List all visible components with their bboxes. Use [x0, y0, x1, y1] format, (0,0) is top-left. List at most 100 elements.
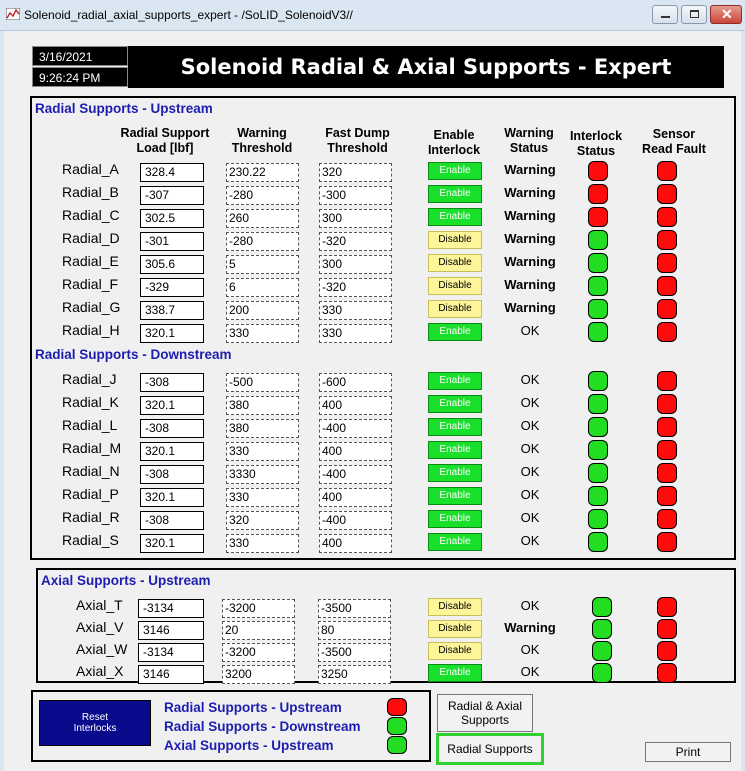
fast-dump-threshold-input[interactable]: -320 [319, 278, 392, 297]
radial-axial-supports-button[interactable]: Radial & Axial Supports [437, 694, 533, 732]
window-titlebar[interactable]: Solenoid_radial_axial_supports_expert - … [0, 0, 745, 31]
warning-threshold-input[interactable]: -500 [226, 373, 299, 392]
fast-dump-threshold-input[interactable]: 3250 [318, 665, 391, 684]
warning-threshold-input[interactable]: 3330 [226, 465, 299, 484]
load-value: -329 [140, 278, 204, 297]
interlock-status-indicator [588, 417, 608, 437]
close-button[interactable]: ✕ [710, 5, 742, 24]
enable-interlock-button[interactable]: Disable [428, 620, 482, 638]
fast-dump-threshold-input[interactable]: -400 [319, 419, 392, 438]
enable-interlock-button[interactable]: Enable [428, 487, 482, 505]
col-header-interlock-status: Interlock Status [569, 129, 623, 158]
fast-dump-threshold-input[interactable]: -600 [319, 373, 392, 392]
fast-dump-threshold-input[interactable]: 330 [319, 301, 392, 320]
warning-threshold-input[interactable]: 330 [226, 534, 299, 553]
warning-threshold-input[interactable]: -280 [226, 186, 299, 205]
warning-status: OK [520, 642, 540, 657]
warning-threshold-input[interactable]: 380 [226, 419, 299, 438]
enable-interlock-button[interactable]: Disable [428, 300, 482, 318]
load-value: -308 [140, 419, 204, 438]
maximize-button[interactable] [681, 5, 707, 24]
fast-dump-threshold-input[interactable]: 80 [318, 621, 391, 640]
enable-interlock-button[interactable]: Enable [428, 208, 482, 226]
page-title: Solenoid Radial & Axial Supports - Exper… [128, 46, 724, 88]
enable-interlock-button[interactable]: Enable [428, 664, 482, 682]
fast-dump-threshold-input[interactable]: -400 [319, 511, 392, 530]
fast-dump-threshold-input[interactable]: 400 [319, 534, 392, 553]
warning-status: OK [520, 598, 540, 613]
warning-threshold-input[interactable]: 230.22 [226, 163, 299, 182]
warning-threshold-input[interactable]: 260 [226, 209, 299, 228]
warning-threshold-input[interactable]: 320 [226, 511, 299, 530]
legend-indicator [387, 736, 407, 754]
col-header-enable-interlock: Enable Interlock [427, 128, 481, 157]
load-value: -308 [140, 511, 204, 530]
fast-dump-threshold-input[interactable]: -400 [319, 465, 392, 484]
fast-dump-threshold-input[interactable]: -300 [319, 186, 392, 205]
warning-threshold-input[interactable]: 330 [226, 488, 299, 507]
warning-status: OK [520, 487, 540, 502]
enable-interlock-button[interactable]: Enable [428, 323, 482, 341]
enable-interlock-button[interactable]: Disable [428, 642, 482, 660]
warning-status: Warning [504, 208, 556, 223]
print-button[interactable]: Print [645, 742, 731, 762]
fast-dump-threshold-input[interactable]: 400 [319, 442, 392, 461]
fast-dump-threshold-input[interactable]: 400 [319, 488, 392, 507]
fast-dump-threshold-input[interactable]: 320 [319, 163, 392, 182]
sensor-fault-indicator [657, 322, 677, 342]
enable-interlock-button[interactable]: Enable [428, 533, 482, 551]
section-title-radial-upstream: Radial Supports - Upstream [35, 101, 213, 116]
fast-dump-threshold-input[interactable]: -320 [319, 232, 392, 251]
enable-interlock-button[interactable]: Enable [428, 418, 482, 436]
warning-threshold-input[interactable]: 5 [226, 255, 299, 274]
enable-interlock-button[interactable]: Disable [428, 254, 482, 272]
enable-interlock-button[interactable]: Enable [428, 162, 482, 180]
window-title: Solenoid_radial_axial_supports_expert - … [24, 8, 353, 22]
legend-label: Radial Supports - Downstream [164, 719, 361, 734]
row-label: Radial_B [62, 184, 119, 200]
warning-threshold-input[interactable]: -3200 [222, 599, 295, 618]
warning-threshold-input[interactable]: 330 [226, 442, 299, 461]
enable-interlock-button[interactable]: Enable [428, 441, 482, 459]
load-value: -3134 [138, 643, 204, 662]
warning-threshold-input[interactable]: 330 [226, 324, 299, 343]
row-label: Axial_T [76, 597, 123, 613]
warning-threshold-input[interactable]: 3200 [222, 665, 295, 684]
load-value: -3134 [138, 599, 204, 618]
enable-interlock-button[interactable]: Enable [428, 372, 482, 390]
enable-interlock-button[interactable]: Disable [428, 598, 482, 616]
warning-status: OK [520, 418, 540, 433]
fast-dump-threshold-input[interactable]: 300 [319, 255, 392, 274]
reset-interlocks-button[interactable]: Reset Interlocks [39, 700, 151, 746]
warning-threshold-input[interactable]: -3200 [222, 643, 295, 662]
radial-supports-button[interactable]: Radial Supports [436, 733, 544, 765]
row-label: Radial_M [62, 440, 122, 456]
load-value: 320.1 [140, 324, 204, 343]
enable-interlock-button[interactable]: Enable [428, 395, 482, 413]
fast-dump-threshold-input[interactable]: -3500 [318, 599, 391, 618]
warning-status: Warning [504, 162, 556, 177]
sensor-fault-indicator [657, 440, 677, 460]
interlock-status-indicator [588, 371, 608, 391]
enable-interlock-button[interactable]: Enable [428, 185, 482, 203]
minimize-button[interactable] [652, 5, 678, 24]
enable-interlock-button[interactable]: Enable [428, 510, 482, 528]
enable-interlock-button[interactable]: Disable [428, 277, 482, 295]
enable-interlock-button[interactable]: Disable [428, 231, 482, 249]
interlock-status-indicator [588, 394, 608, 414]
warning-threshold-input[interactable]: -280 [226, 232, 299, 251]
row-label: Radial_J [62, 371, 117, 387]
warning-threshold-input[interactable]: 20 [222, 621, 295, 640]
fast-dump-threshold-input[interactable]: 330 [319, 324, 392, 343]
sensor-fault-indicator [657, 207, 677, 227]
fast-dump-threshold-input[interactable]: 300 [319, 209, 392, 228]
warning-threshold-input[interactable]: 380 [226, 396, 299, 415]
load-value: 320.1 [140, 396, 204, 415]
interlock-status-indicator [588, 161, 608, 181]
interlock-status-indicator [592, 619, 612, 639]
enable-interlock-button[interactable]: Enable [428, 464, 482, 482]
fast-dump-threshold-input[interactable]: 400 [319, 396, 392, 415]
warning-threshold-input[interactable]: 6 [226, 278, 299, 297]
fast-dump-threshold-input[interactable]: -3500 [318, 643, 391, 662]
warning-threshold-input[interactable]: 200 [226, 301, 299, 320]
